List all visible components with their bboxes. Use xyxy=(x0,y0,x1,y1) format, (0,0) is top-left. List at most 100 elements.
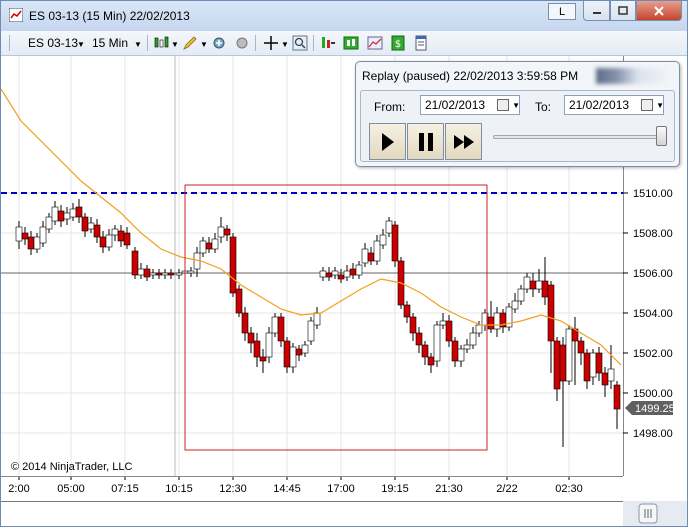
candle-body[interactable] xyxy=(131,250,139,276)
candle-body[interactable] xyxy=(253,340,261,358)
candle-body[interactable] xyxy=(313,312,321,326)
candle-body[interactable] xyxy=(99,236,107,248)
candle-body[interactable] xyxy=(361,248,369,264)
zoom-icon[interactable] xyxy=(292,35,308,51)
candle-body[interactable] xyxy=(391,224,399,262)
candle-body[interactable] xyxy=(283,340,291,368)
candle-body[interactable] xyxy=(93,224,101,238)
chart-style-dropdown-icon[interactable]: ▼ xyxy=(171,40,179,49)
candle-body[interactable] xyxy=(235,288,243,314)
candle-body[interactable] xyxy=(241,312,249,334)
candle-body[interactable] xyxy=(247,332,255,344)
candle-body[interactable] xyxy=(343,270,351,278)
replay-speed-slider-track[interactable] xyxy=(493,135,663,139)
candle-body[interactable] xyxy=(331,270,339,276)
candle-body[interactable] xyxy=(583,352,591,382)
candle-body[interactable] xyxy=(577,340,585,354)
candle-body[interactable] xyxy=(51,206,59,222)
properties-icon[interactable] xyxy=(413,35,429,51)
drawing-tools-dropdown-icon[interactable]: ▼ xyxy=(200,40,208,49)
candle-body[interactable] xyxy=(541,280,549,298)
candle-body[interactable] xyxy=(63,212,71,220)
candle-body[interactable] xyxy=(161,272,169,276)
candle-body[interactable] xyxy=(601,372,609,386)
candle-body[interactable] xyxy=(517,288,525,302)
candle-body[interactable] xyxy=(187,270,195,274)
pencil-drawing-icon[interactable] xyxy=(182,35,198,51)
candle-body[interactable] xyxy=(445,320,453,342)
candle-body[interactable] xyxy=(45,216,53,230)
candle-body[interactable] xyxy=(439,320,447,326)
candle-body[interactable] xyxy=(379,234,387,246)
candle-body[interactable] xyxy=(589,352,597,378)
remove-drawing-icon[interactable] xyxy=(234,35,250,51)
candle-body[interactable] xyxy=(175,272,183,276)
candle-body[interactable] xyxy=(15,226,23,242)
candle-body[interactable] xyxy=(21,232,29,240)
horizontal-scrollbar[interactable] xyxy=(1,501,687,526)
candle-body[interactable] xyxy=(349,268,357,276)
candle-body[interactable] xyxy=(39,226,47,244)
dollar-icon[interactable]: $ xyxy=(390,35,406,51)
pause-button[interactable] xyxy=(407,123,444,160)
candle-body[interactable] xyxy=(523,276,531,290)
minimize-button[interactable] xyxy=(583,1,610,21)
candle-body[interactable] xyxy=(403,304,411,318)
candle-body[interactable] xyxy=(259,356,267,362)
candle-body[interactable] xyxy=(277,316,285,342)
candle-body[interactable] xyxy=(415,332,423,346)
candle-body[interactable] xyxy=(143,268,151,278)
interval-selector[interactable]: 15 Min xyxy=(92,36,128,50)
candle-body[interactable] xyxy=(535,280,543,290)
fast-forward-button[interactable] xyxy=(445,123,482,160)
candle-body[interactable] xyxy=(565,328,573,382)
strategies-icon[interactable] xyxy=(367,35,383,51)
candle-body[interactable] xyxy=(271,316,279,334)
indicators-icon[interactable] xyxy=(343,35,359,51)
candle-body[interactable] xyxy=(211,238,219,250)
candle-body[interactable] xyxy=(199,240,207,254)
candle-body[interactable] xyxy=(149,272,157,276)
candle-body[interactable] xyxy=(117,230,125,242)
candle-body[interactable] xyxy=(373,240,381,262)
candle-body[interactable] xyxy=(69,208,77,218)
candle-body[interactable] xyxy=(451,340,459,362)
candle-body[interactable] xyxy=(301,344,309,354)
candle-body[interactable] xyxy=(487,316,495,330)
candlestick-style-icon[interactable] xyxy=(153,35,169,51)
candle-body[interactable] xyxy=(427,356,435,366)
candle-body[interactable] xyxy=(75,206,83,218)
candle-body[interactable] xyxy=(155,272,163,276)
candle-body[interactable] xyxy=(319,270,327,278)
candle-body[interactable] xyxy=(595,352,603,374)
candle-body[interactable] xyxy=(289,346,297,368)
candle-body[interactable] xyxy=(607,368,615,382)
crosshair-dropdown-icon[interactable]: ▼ xyxy=(281,40,289,49)
add-indicator-icon[interactable] xyxy=(211,35,227,51)
candle-body[interactable] xyxy=(123,232,131,246)
data-series-icon[interactable] xyxy=(320,35,336,51)
candle-body[interactable] xyxy=(33,236,41,250)
candle-body[interactable] xyxy=(81,216,89,232)
interval-dropdown-icon[interactable]: ▼ xyxy=(134,40,142,49)
candle-body[interactable] xyxy=(529,280,537,290)
candle-body[interactable] xyxy=(433,324,441,362)
candle-body[interactable] xyxy=(613,384,621,410)
candle-body[interactable] xyxy=(385,220,393,234)
close-button[interactable] xyxy=(636,1,682,21)
crosshair-icon[interactable] xyxy=(263,35,279,51)
candle-body[interactable] xyxy=(463,344,471,350)
candle-body[interactable] xyxy=(295,348,303,356)
to-date-picker[interactable]: 21/02/2013 ▼ xyxy=(564,95,664,115)
candle-body[interactable] xyxy=(265,332,273,358)
candle-body[interactable] xyxy=(205,242,213,250)
candle-body[interactable] xyxy=(217,226,225,238)
candle-body[interactable] xyxy=(325,272,333,278)
candle-body[interactable] xyxy=(307,320,315,342)
l-button[interactable]: L xyxy=(548,3,576,20)
candle-body[interactable] xyxy=(475,324,483,334)
candle-body[interactable] xyxy=(469,332,477,346)
candle-body[interactable] xyxy=(57,210,65,222)
candle-body[interactable] xyxy=(105,234,113,248)
candle-body[interactable] xyxy=(553,340,561,390)
